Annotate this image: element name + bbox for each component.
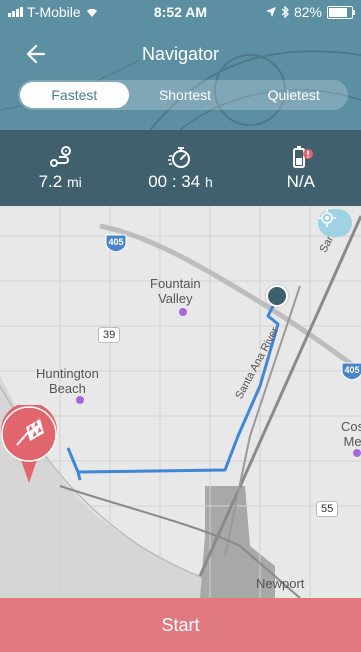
map-label-fountain-valley: Fountain Valley: [150, 276, 201, 306]
label-text-huntington-beach: Huntington Beach: [36, 366, 99, 396]
battery-icon: [327, 5, 355, 19]
tab-quietest[interactable]: Quietest: [239, 80, 348, 110]
duration-unit: h: [204, 174, 213, 190]
map-label-huntington-beach: Huntington Beach: [36, 366, 99, 396]
crosshair-icon: [318, 209, 336, 227]
battery-percent: 82%: [293, 4, 322, 20]
distance-value: 7.2 mi: [39, 172, 82, 192]
page-title: Navigator: [141, 44, 220, 64]
map-label-newport: Newport: [256, 576, 305, 591]
start-button[interactable]: Start: [0, 598, 361, 652]
route-stats-bar: 7.2 mi 00 : 34 h N/A: [0, 130, 361, 206]
route-shield-39: 39: [98, 327, 121, 343]
route-icon: [50, 146, 72, 167]
map-label-costa-mesa: Cos Me: [341, 419, 361, 449]
stopwatch-icon: [168, 147, 191, 168]
interstate-shield-405: 405: [104, 233, 128, 253]
stat-distance: 7.2 mi: [0, 130, 120, 206]
label-text-costa-mesa: Cos Me: [341, 419, 361, 449]
locate-me-button[interactable]: [318, 209, 352, 237]
tab-fastest[interactable]: Fastest: [20, 82, 129, 108]
interstate-shield-405-right: 405: [340, 361, 361, 381]
stat-battery: N/A: [241, 130, 361, 206]
status-right: 82%: [265, 4, 355, 20]
header: T-Mobile 8:52 AM 82% Navigator Fastest S…: [0, 0, 361, 130]
interstate-405-right-text: 405: [344, 365, 360, 375]
distance-unit: mi: [66, 174, 82, 190]
map-canvas: [0, 206, 361, 598]
interstate-405-text: 405: [108, 237, 124, 247]
route-map[interactable]: Fountain Valley Huntington Beach Newport…: [0, 206, 361, 598]
tab-shortest[interactable]: Shortest: [131, 80, 240, 110]
label-text-fountain-valley: Fountain Valley: [150, 276, 201, 306]
status-bar: T-Mobile 8:52 AM 82%: [0, 0, 361, 24]
battery-value: N/A: [286, 172, 315, 191]
duration-number: 00 : 34: [148, 172, 201, 191]
destination-flag-pin[interactable]: [0, 405, 58, 483]
route-type-tabs: Fastest Shortest Quietest: [18, 80, 348, 110]
location-arrow-icon: [265, 7, 276, 17]
battery-alert-icon: [292, 146, 313, 168]
bluetooth-icon: [281, 6, 289, 18]
distance-number: 7.2: [38, 172, 63, 191]
route-shield-55: 55: [316, 501, 339, 517]
duration-value: 00 : 34 h: [148, 172, 213, 192]
stat-duration: 00 : 34 h: [120, 130, 240, 206]
battery-fill: [329, 7, 348, 17]
route-start-marker[interactable]: [266, 285, 288, 307]
